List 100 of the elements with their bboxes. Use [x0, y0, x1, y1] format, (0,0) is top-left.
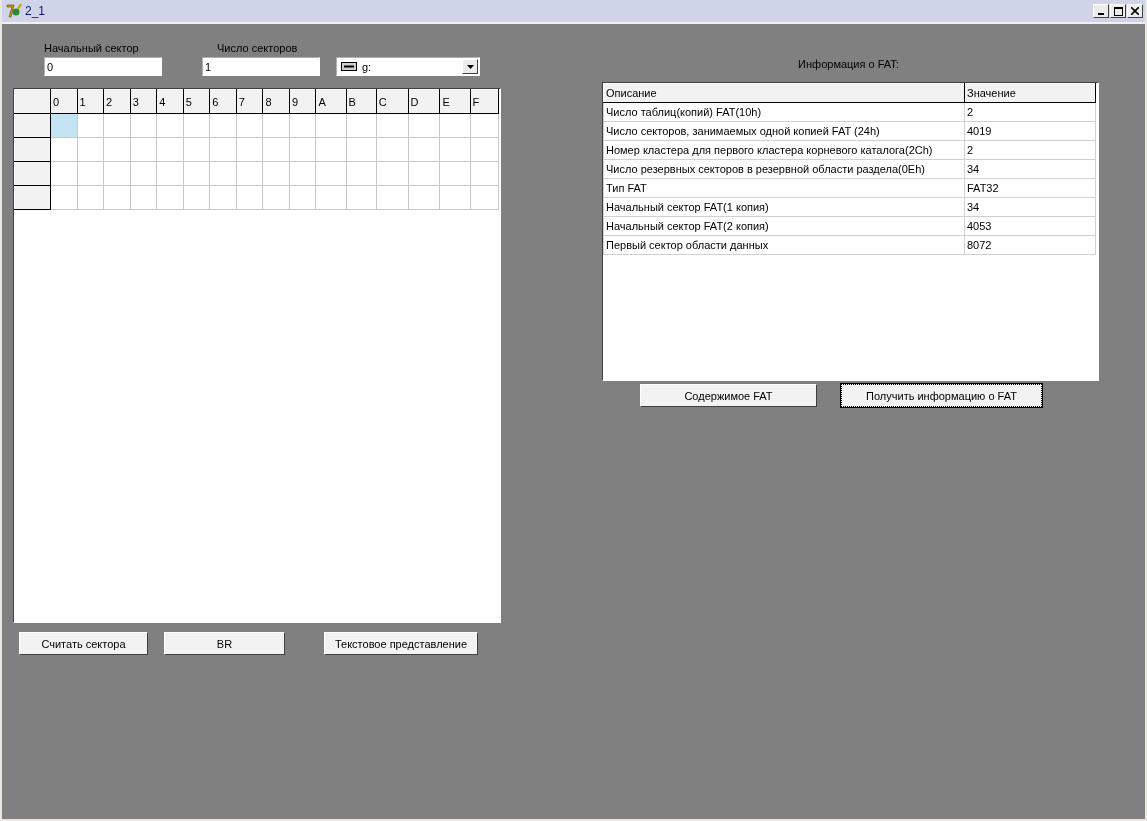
grid-cell[interactable] — [470, 113, 499, 138]
grid-cell[interactable] — [236, 137, 263, 162]
grid-cell[interactable] — [376, 137, 409, 162]
grid-cell[interactable] — [346, 161, 377, 186]
grid-cell[interactable] — [209, 137, 237, 162]
minimize-button[interactable] — [1093, 4, 1109, 18]
grid-cell[interactable] — [439, 185, 470, 210]
column-header[interactable]: 8 — [262, 89, 290, 114]
grid-cell[interactable] — [346, 113, 377, 138]
grid-cell[interactable] — [130, 185, 157, 210]
column-header[interactable]: F — [470, 89, 499, 114]
grid-cell[interactable] — [183, 113, 210, 138]
action-button[interactable]: BR — [164, 632, 285, 655]
grid-cell[interactable] — [289, 113, 316, 138]
grid-cell[interactable] — [262, 161, 290, 186]
grid-cell[interactable] — [289, 161, 316, 186]
grid-cell[interactable] — [439, 137, 470, 162]
column-header[interactable]: 4 — [156, 89, 184, 114]
grid-cell[interactable] — [236, 161, 263, 186]
grid-cell[interactable] — [236, 185, 263, 210]
row-header[interactable] — [14, 161, 51, 186]
action-button[interactable]: Содержимое FAT — [640, 384, 817, 407]
grid-cell[interactable] — [50, 137, 78, 162]
grid-cell[interactable] — [209, 113, 237, 138]
column-header[interactable]: 1 — [77, 89, 104, 114]
column-header[interactable]: 0 — [50, 89, 78, 114]
row-header[interactable] — [14, 113, 51, 138]
column-header[interactable]: C — [376, 89, 409, 114]
grid-cell[interactable] — [376, 185, 409, 210]
grid-cell[interactable] — [376, 161, 409, 186]
grid-cell[interactable] — [408, 161, 440, 186]
grid-cell[interactable] — [315, 161, 347, 186]
grid-cell[interactable] — [156, 185, 184, 210]
grid-cell[interactable] — [156, 137, 184, 162]
grid-cell[interactable] — [376, 113, 409, 138]
grid-cell[interactable] — [262, 185, 290, 210]
grid-cell[interactable] — [103, 185, 131, 210]
grid-cell[interactable] — [408, 185, 440, 210]
row-header[interactable] — [14, 137, 51, 162]
table-cell: 8072 — [964, 235, 1096, 255]
column-header[interactable]: Описание — [603, 83, 965, 103]
grid-cell[interactable] — [130, 137, 157, 162]
table-cell: 4019 — [964, 121, 1096, 141]
grid-cell[interactable] — [156, 161, 184, 186]
grid-cell[interactable] — [408, 113, 440, 138]
grid-cell[interactable] — [77, 161, 104, 186]
column-header[interactable]: 9 — [289, 89, 316, 114]
grid-cell[interactable] — [103, 137, 131, 162]
column-header[interactable]: A — [315, 89, 347, 114]
grid-cell[interactable] — [156, 113, 184, 138]
grid-cell[interactable] — [209, 185, 237, 210]
column-header[interactable]: Значение — [964, 83, 1096, 103]
column-header[interactable]: 3 — [130, 89, 157, 114]
grid-cell[interactable] — [77, 137, 104, 162]
grid-cell[interactable] — [50, 185, 78, 210]
column-header[interactable]: 5 — [183, 89, 210, 114]
grid-cell[interactable] — [77, 185, 104, 210]
grid-cell[interactable] — [50, 161, 78, 186]
table-cell: Тип FAT — [603, 178, 965, 198]
grid-cell[interactable] — [262, 113, 290, 138]
grid-cell[interactable] — [183, 137, 210, 162]
grid-cell[interactable] — [346, 185, 377, 210]
grid-cell[interactable] — [289, 185, 316, 210]
grid-cell[interactable] — [183, 185, 210, 210]
column-header[interactable]: 6 — [209, 89, 237, 114]
drive-dropdown[interactable]: g: — [336, 57, 480, 76]
grid-cell[interactable] — [209, 161, 237, 186]
grid-cell[interactable] — [470, 137, 499, 162]
grid-cell[interactable] — [315, 185, 347, 210]
grid-cell[interactable] — [103, 161, 131, 186]
table-cell: Начальный сектор FAT(2 копия) — [603, 216, 965, 236]
column-header[interactable]: E — [439, 89, 470, 114]
row-header[interactable] — [14, 185, 51, 210]
grid-cell[interactable] — [439, 113, 470, 138]
close-button[interactable] — [1127, 4, 1143, 18]
grid-cell[interactable] — [470, 185, 499, 210]
grid-cell[interactable] — [77, 113, 104, 138]
grid-cell[interactable] — [408, 137, 440, 162]
grid-cell[interactable] — [130, 113, 157, 138]
grid-cell[interactable] — [103, 113, 131, 138]
column-header[interactable]: 2 — [103, 89, 131, 114]
start-sector-field[interactable]: 0 — [44, 57, 162, 76]
sector-count-field[interactable]: 1 — [202, 57, 320, 76]
grid-cell[interactable] — [236, 113, 263, 138]
grid-cell[interactable] — [346, 137, 377, 162]
grid-cell[interactable] — [470, 161, 499, 186]
grid-cell[interactable] — [262, 137, 290, 162]
grid-cell[interactable] — [289, 137, 316, 162]
action-button[interactable]: Получить информацию о FAT — [841, 384, 1042, 407]
column-header[interactable]: 7 — [236, 89, 263, 114]
grid-cell[interactable] — [130, 161, 157, 186]
maximize-button[interactable] — [1110, 4, 1126, 18]
column-header[interactable]: B — [346, 89, 377, 114]
action-button[interactable]: Считать сектора — [19, 632, 148, 655]
grid-cell[interactable] — [439, 161, 470, 186]
column-header[interactable]: D — [408, 89, 440, 114]
action-button[interactable]: Текстовое представление — [324, 632, 478, 655]
grid-cell[interactable] — [315, 113, 347, 138]
grid-cell[interactable] — [183, 161, 210, 186]
grid-cell[interactable] — [315, 137, 347, 162]
